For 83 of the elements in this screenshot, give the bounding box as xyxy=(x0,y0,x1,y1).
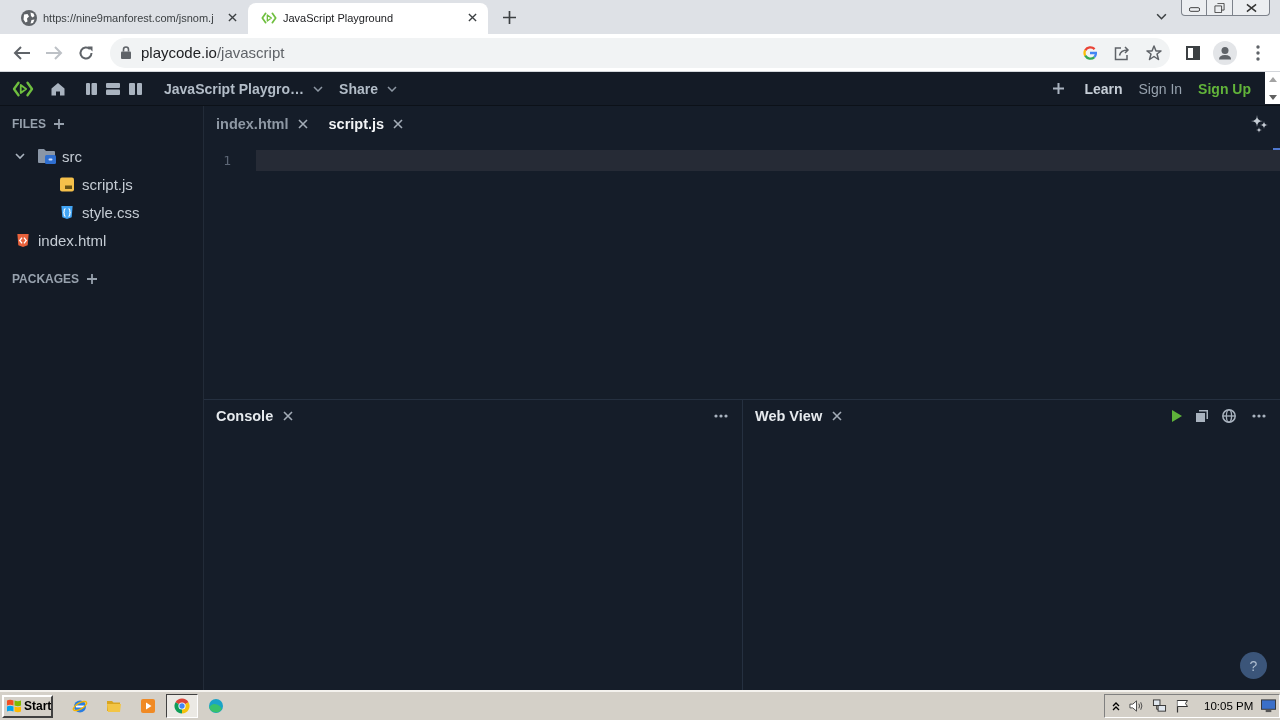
layout-columns-icon[interactable] xyxy=(86,82,97,95)
plus-icon[interactable] xyxy=(87,274,98,284)
play-tile-icon xyxy=(140,698,156,714)
close-icon[interactable] xyxy=(297,119,308,129)
dropdown-menu[interactable]: Share xyxy=(339,80,397,97)
browser-tab[interactable]: JavaScript Playground xyxy=(248,3,488,34)
close-icon[interactable] xyxy=(832,411,843,421)
plus-icon[interactable] xyxy=(1053,83,1065,94)
editor-tab[interactable]: index.html xyxy=(216,116,308,132)
chevron-down-icon xyxy=(313,85,324,92)
js-file-icon xyxy=(60,176,74,192)
clock: 10:05 PM xyxy=(1204,700,1254,712)
file-name[interactable]: index.html xyxy=(38,231,107,249)
menu-icon[interactable] xyxy=(1256,44,1260,61)
plus-icon[interactable] xyxy=(54,119,64,129)
folder-icon xyxy=(106,698,122,714)
minimize-button[interactable] xyxy=(1181,0,1207,16)
wave-browser-icon xyxy=(208,698,224,714)
reload-icon[interactable] xyxy=(78,44,94,61)
header-link[interactable]: Learn xyxy=(1084,80,1123,97)
flag-icon[interactable] xyxy=(1175,699,1190,713)
start-flag-icon xyxy=(6,698,22,714)
cursor-position-marker xyxy=(1273,148,1280,150)
css-file-icon xyxy=(60,204,74,220)
avatar-icon[interactable] xyxy=(1213,40,1237,65)
start-button[interactable]: Start xyxy=(2,694,53,718)
close-window-button[interactable] xyxy=(1233,0,1270,16)
close-icon[interactable] xyxy=(468,13,477,22)
dropdown-menu[interactable]: JavaScript Playgro… xyxy=(164,80,324,97)
close-icon[interactable] xyxy=(228,13,237,22)
line-number: 1 xyxy=(222,153,231,168)
close-icon xyxy=(1245,2,1257,13)
panel-tab[interactable]: Console xyxy=(216,408,294,424)
section-title: FILES xyxy=(12,117,46,131)
plus-icon[interactable] xyxy=(503,11,516,24)
run-icon[interactable] xyxy=(1172,410,1182,422)
file-name[interactable]: src xyxy=(62,147,82,165)
header-link[interactable]: Sign Up xyxy=(1198,80,1251,97)
restore-icon xyxy=(1214,2,1225,13)
speaker-icon[interactable] xyxy=(1129,699,1144,713)
file-name[interactable]: script.js xyxy=(82,175,133,193)
back-arrow-icon[interactable] xyxy=(13,44,31,61)
url-text[interactable]: playcode.io/javascript xyxy=(141,44,285,61)
layout-columns-icon[interactable] xyxy=(129,82,142,95)
app-logo[interactable] xyxy=(12,79,34,98)
home-icon[interactable] xyxy=(51,81,65,96)
more-icon[interactable] xyxy=(1252,414,1266,418)
app-logo xyxy=(261,9,277,26)
chevron-down-icon[interactable] xyxy=(1156,13,1167,20)
scroll-down-icon[interactable] xyxy=(1268,95,1277,100)
desktop-icon[interactable] xyxy=(1261,699,1277,713)
folder-icon xyxy=(38,148,56,164)
taskbar-button[interactable] xyxy=(166,694,198,718)
g-logo-icon[interactable] xyxy=(1083,45,1097,60)
side-panel-icon[interactable] xyxy=(1186,45,1200,60)
scrollbar[interactable] xyxy=(1265,72,1280,104)
html-file-icon xyxy=(16,232,30,248)
globe-icon[interactable] xyxy=(1222,409,1236,423)
file-name[interactable]: style.css xyxy=(82,203,140,221)
panel-tab[interactable]: Web View xyxy=(755,408,843,424)
chevron-down-icon xyxy=(387,85,397,92)
ring-globe-icon xyxy=(72,698,88,714)
lock-icon xyxy=(121,46,131,59)
header-link[interactable]: Sign In xyxy=(1138,80,1183,97)
close-icon[interactable] xyxy=(393,119,404,129)
layout-rows-icon[interactable] xyxy=(106,82,120,95)
close-icon[interactable] xyxy=(283,411,294,421)
more-icon[interactable] xyxy=(714,414,728,418)
help-button[interactable]: ? xyxy=(1240,652,1267,679)
browser-tab[interactable]: https://nine9manforest.com/jsnom.j xyxy=(8,3,248,34)
share-icon[interactable] xyxy=(1114,44,1130,61)
section-title: PACKAGES xyxy=(12,272,80,286)
restore-button[interactable] xyxy=(1207,0,1233,16)
network-icon[interactable] xyxy=(1152,699,1167,713)
copy-icon[interactable] xyxy=(1196,410,1208,422)
star-icon[interactable] xyxy=(1146,44,1162,61)
address-bar[interactable]: playcode.io/javascript xyxy=(110,37,1170,68)
chevron-up-icon[interactable] xyxy=(1111,701,1121,711)
chevron-icon[interactable] xyxy=(14,150,26,162)
round-browser-icon xyxy=(174,698,190,714)
editor-tab[interactable]: script.js xyxy=(328,116,404,132)
globe-icon xyxy=(21,9,37,26)
minimize-icon xyxy=(1188,7,1200,12)
